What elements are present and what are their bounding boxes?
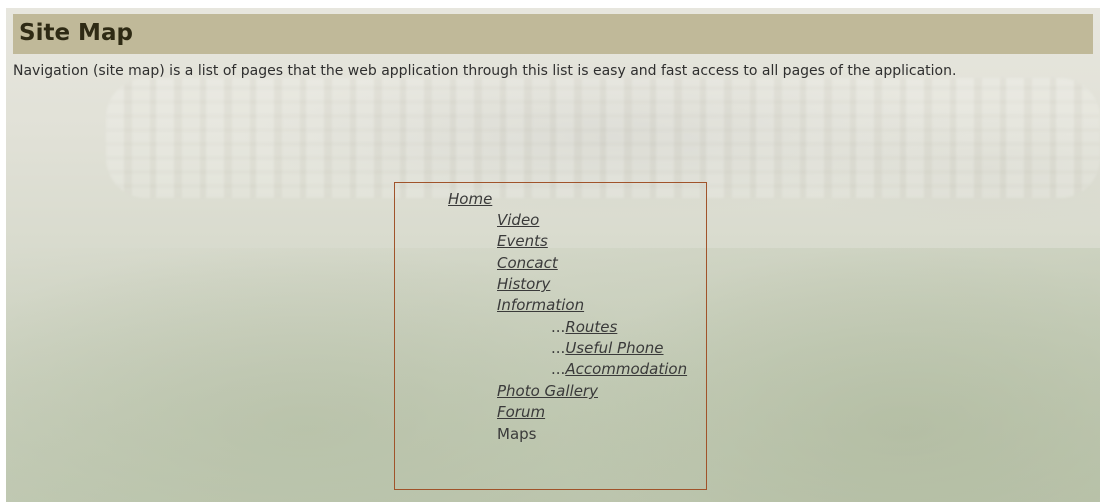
sitemap-subitem-useful-phone: ...Useful Phone <box>551 339 664 358</box>
sitemap-link-video[interactable]: Video <box>497 211 539 230</box>
sitemap-link-forum[interactable]: Forum <box>497 403 545 422</box>
sitemap-box: Home Video Events Concact History Inform… <box>394 182 707 490</box>
sub-prefix: ... <box>551 360 566 378</box>
sitemap-link-information[interactable]: Information <box>497 296 584 315</box>
page-title: Site Map <box>19 20 133 46</box>
sub-prefix: ... <box>551 318 566 336</box>
sitemap-link-photo-gallery[interactable]: Photo Gallery <box>497 382 598 401</box>
sitemap-subitem-accommodation: ...Accommodation <box>551 360 687 379</box>
sitemap-subitem-routes: ...Routes <box>551 318 617 337</box>
sitemap-link-events[interactable]: Events <box>497 232 548 251</box>
sitemap-maps-label: Maps <box>497 425 537 443</box>
sitemap-link-accommodation[interactable]: Accommodation <box>565 360 687 378</box>
sitemap-link-useful-phone[interactable]: Useful Phone <box>565 339 663 357</box>
background-town-photo <box>106 78 1100 198</box>
sitemap-link-routes[interactable]: Routes <box>565 318 617 336</box>
sub-prefix: ... <box>551 339 566 357</box>
sitemap-link-concact[interactable]: Concact <box>497 254 558 273</box>
sitemap-link-history[interactable]: History <box>497 275 550 294</box>
sitemap-link-home[interactable]: Home <box>448 190 492 209</box>
title-bar: Site Map <box>13 14 1093 54</box>
page-description: Navigation (site map) is a list of pages… <box>13 63 957 79</box>
page-background: Site Map Navigation (site map) is a list… <box>6 8 1100 502</box>
